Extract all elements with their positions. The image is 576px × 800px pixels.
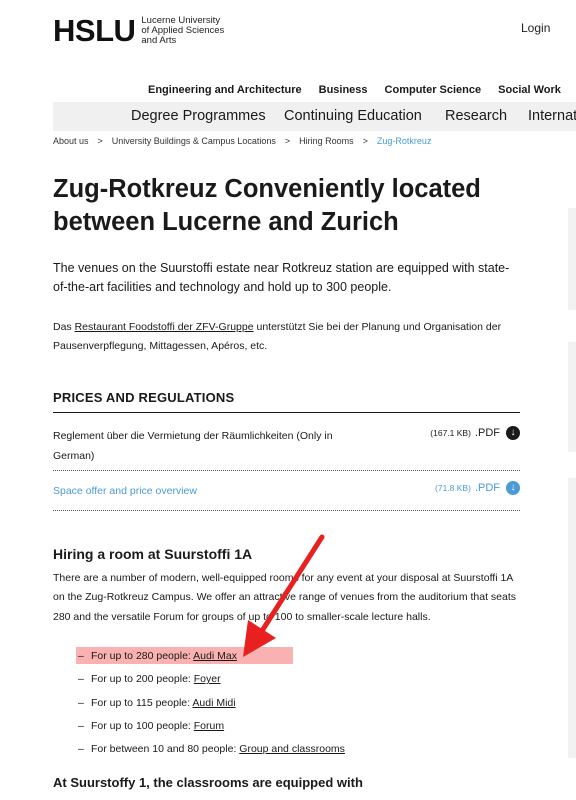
annotation-arrow — [243, 534, 325, 657]
side-panel — [568, 208, 576, 310]
arrow-head — [243, 620, 276, 657]
side-panel — [568, 342, 576, 452]
arrow-shaft — [257, 534, 325, 637]
classrooms-heading: At Suurstoffy 1, the classrooms are equi… — [53, 775, 363, 790]
side-panel — [568, 478, 576, 758]
